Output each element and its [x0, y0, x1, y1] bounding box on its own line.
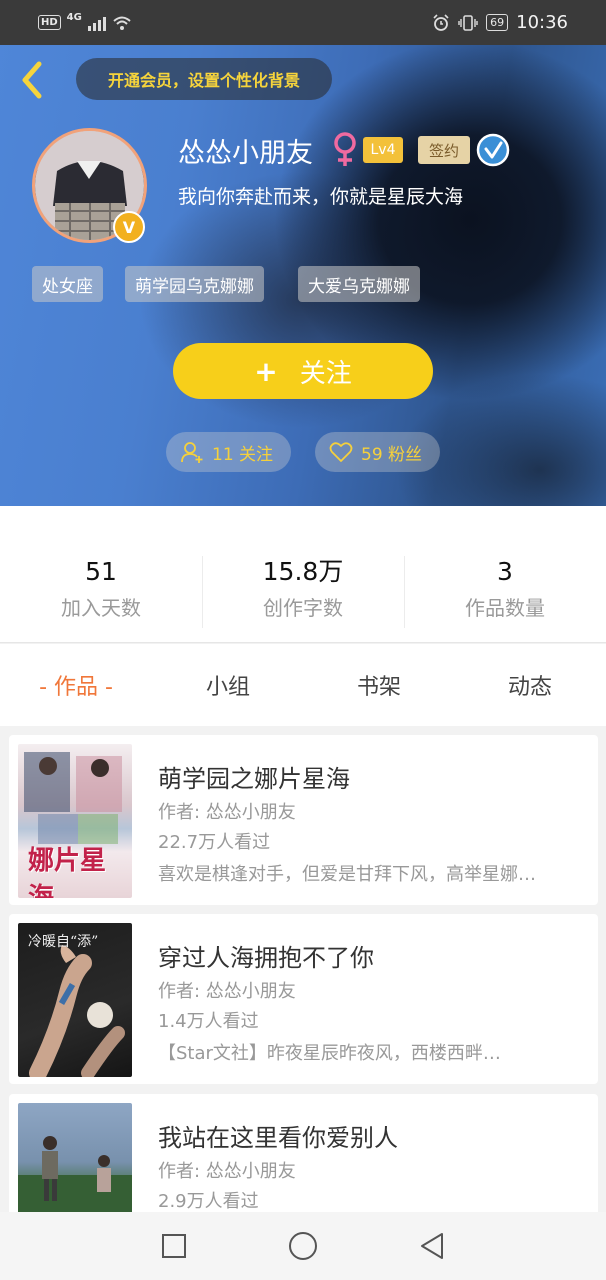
work-author: 作者: 怂怂小朋友 — [158, 981, 296, 1002]
stats-panel: 51 加入天数 15.8万 创作字数 3 作品数量 — [0, 506, 606, 643]
stat-value: 15.8万 — [262, 557, 344, 586]
signal-icon — [87, 15, 106, 31]
stat-value: 3 — [497, 557, 513, 586]
profile-header: HD 4G 69 10:36 开通会员，设置个性化背景 V 怂怂小朋友 Lv4 … — [0, 0, 606, 506]
stat-join-days: 51 加入天数 — [0, 554, 202, 621]
follow-button[interactable]: + 关注 — [173, 343, 433, 399]
work-card[interactable]: 冷暖自“添” 穿过人海拥抱不了你 作者: 怂怂小朋友 1.4万人看过 【Star… — [9, 914, 598, 1084]
signed-badge: 签约 — [418, 136, 470, 164]
back-chevron-icon — [22, 61, 42, 99]
work-title: 萌学园之娜片星海 — [158, 765, 350, 793]
status-bar: HD 4G 69 10:36 — [0, 0, 606, 45]
tab-activity[interactable]: 动态 — [454, 644, 606, 726]
cover-title: 冷暖自“添” — [28, 934, 99, 950]
network-type: 4G — [66, 12, 82, 23]
stat-value: 51 — [85, 557, 117, 586]
stat-word-count: 15.8万 创作字数 — [202, 554, 404, 621]
stat-label: 作品数量 — [465, 596, 545, 620]
vibrate-icon — [458, 14, 478, 31]
nav-back-button[interactable] — [412, 1226, 452, 1266]
work-description: 喜欢是棋逢对手，但爱是甘拜下风，高举星娜… — [158, 864, 536, 885]
battery-indicator: 69 — [486, 14, 509, 31]
username: 怂怂小朋友 — [178, 137, 313, 169]
level-badge: Lv4 — [363, 137, 403, 163]
stat-label: 创作字数 — [263, 596, 343, 620]
back-icon — [420, 1233, 443, 1259]
alarm-icon — [433, 13, 449, 31]
status-left: HD 4G — [38, 12, 132, 31]
work-description: 【Star文社】昨夜星辰昨夜风，西楼西畔… — [158, 1043, 501, 1064]
work-cover: 娜片星海 — [18, 744, 132, 898]
fans-count: 59 粉丝 — [361, 444, 423, 465]
vip-banner[interactable]: 开通会员，设置个性化背景 — [76, 58, 332, 100]
work-author: 作者: 怂怂小朋友 — [158, 802, 296, 823]
clock: 10:36 — [516, 12, 568, 33]
profile-tag[interactable]: 处女座 — [32, 266, 103, 302]
recent-apps-button[interactable] — [154, 1226, 194, 1266]
back-button[interactable] — [14, 58, 50, 102]
stat-works-count: 3 作品数量 — [404, 554, 606, 621]
recent-apps-icon — [162, 1234, 187, 1258]
following-count: 11 关注 — [212, 444, 274, 465]
wifi-icon — [113, 16, 131, 30]
heart-icon — [329, 442, 353, 462]
profile-tag[interactable]: 萌学园乌克娜娜 — [125, 266, 264, 302]
profile-tag[interactable]: 大爱乌克娜娜 — [298, 266, 420, 302]
system-nav-bar — [0, 1212, 606, 1280]
work-cover: 冷暖自“添” — [18, 923, 132, 1077]
work-title: 我站在这里看你爱别人 — [158, 1124, 398, 1152]
profile-tabs: - 作品 - 小组 书架 动态 — [0, 644, 606, 726]
verified-check-icon — [476, 133, 510, 167]
home-icon — [288, 1232, 317, 1260]
work-cover — [18, 1103, 132, 1221]
fans-count-button[interactable]: 59 粉丝 — [315, 432, 440, 472]
stat-label: 加入天数 — [61, 596, 141, 620]
tab-groups[interactable]: 小组 — [152, 644, 304, 726]
follow-button-label: 关注 — [299, 358, 352, 389]
plus-icon: + — [254, 354, 278, 388]
cover-title: 娜片星海 — [28, 846, 107, 898]
add-person-icon — [181, 442, 203, 463]
work-author: 作者: 怂怂小朋友 — [158, 1161, 296, 1182]
work-card[interactable]: 娜片星海 萌学园之娜片星海 作者: 怂怂小朋友 22.7万人看过 喜欢是棋逢对手… — [9, 735, 598, 905]
vip-badge-icon: V — [113, 211, 145, 243]
status-right: 69 10:36 — [432, 12, 568, 33]
bio-text: 我向你奔赴而来，你就是星辰大海 — [178, 186, 464, 208]
tab-works[interactable]: - 作品 - — [0, 644, 152, 726]
home-button[interactable] — [283, 1226, 323, 1266]
female-icon — [334, 132, 356, 166]
tab-bookshelf[interactable]: 书架 — [303, 644, 455, 726]
work-views: 22.7万人看过 — [158, 832, 271, 853]
work-title: 穿过人海拥抱不了你 — [158, 944, 374, 972]
hd-indicator: HD — [38, 15, 61, 30]
following-count-button[interactable]: 11 关注 — [166, 432, 291, 472]
work-views: 1.4万人看过 — [158, 1011, 259, 1032]
work-views: 2.9万人看过 — [158, 1191, 259, 1212]
cover-illustration — [18, 1136, 132, 1221]
